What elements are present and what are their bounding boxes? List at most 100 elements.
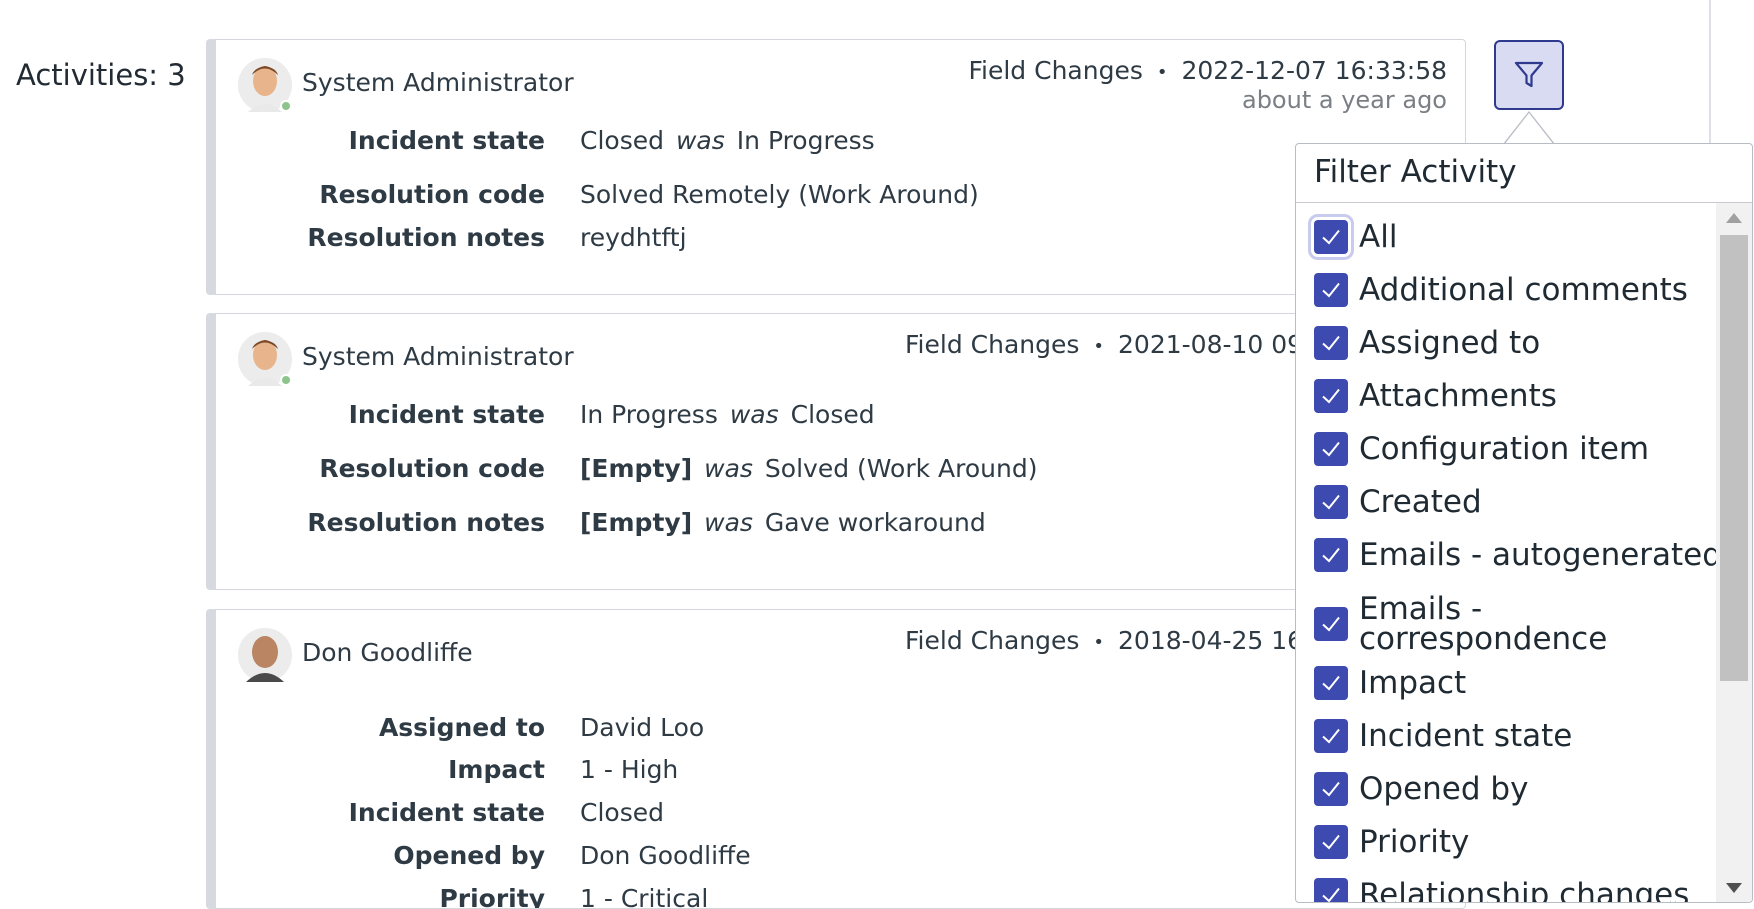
field-value: [Empty] was Solved (Work Around)	[580, 454, 1037, 483]
activity-timestamp: 2018-04-25 16:	[1118, 626, 1312, 655]
filter-icon	[1514, 61, 1544, 88]
checkbox[interactable]	[1314, 719, 1348, 753]
option-label: Incident state	[1359, 718, 1573, 754]
avatar[interactable]	[238, 628, 292, 682]
presence-indicator	[280, 374, 292, 386]
checkbox[interactable]	[1314, 607, 1348, 641]
field-label: Incident state	[348, 400, 545, 429]
checkmark-icon	[1322, 282, 1340, 298]
filter-option-configuration-item[interactable]: Configuration item	[1314, 431, 1649, 467]
relative-time: about a year ago	[1241, 86, 1447, 114]
filter-option-opened-by[interactable]: Opened by	[1314, 771, 1528, 807]
checkmark-icon	[1322, 388, 1340, 404]
filter-option-attachments[interactable]: Attachments	[1314, 378, 1557, 414]
old-value: Gave workaround	[764, 508, 986, 537]
was-word: was	[729, 400, 779, 429]
scrollbar[interactable]	[1716, 203, 1752, 902]
checkbox[interactable]	[1314, 538, 1348, 572]
author-name[interactable]: Don Goodliffe	[302, 638, 473, 667]
checkmark-icon	[1322, 616, 1340, 632]
scroll-down-arrow-icon[interactable]	[1726, 883, 1742, 893]
filter-option-created[interactable]: Created	[1314, 484, 1482, 520]
avatar[interactable]	[238, 332, 292, 386]
was-word: was	[704, 454, 753, 483]
checkmark-icon	[1322, 229, 1340, 245]
new-value: 1 - High	[580, 755, 679, 784]
checkmark-icon	[1322, 887, 1340, 902]
checkbox[interactable]	[1314, 825, 1348, 859]
option-label: All	[1359, 219, 1398, 255]
checkbox[interactable]	[1314, 379, 1348, 413]
was-word: was	[704, 508, 753, 537]
filter-option-relationship-changes[interactable]: Relationship changes	[1314, 877, 1690, 903]
option-label: Emails - correspondence	[1359, 591, 1608, 657]
activity-card: System Administrator Field Changes • 2021-…	[206, 313, 1466, 590]
field-label: Impact	[448, 755, 545, 784]
filter-option-impact[interactable]: Impact	[1314, 665, 1466, 701]
filter-option-emails-autogenerated[interactable]: Emails - autogenerated	[1314, 537, 1716, 573]
avatar[interactable]	[238, 58, 292, 112]
was-word: was	[675, 126, 725, 155]
new-value: Closed	[580, 126, 664, 155]
author-name[interactable]: System Administrator	[302, 68, 574, 97]
activity-type: Field Changes	[905, 330, 1080, 359]
field-value: In Progress was Closed	[580, 400, 875, 429]
filter-option-emails-correspondence[interactable]: Emails - correspondence	[1314, 591, 1639, 657]
new-value: reydhtftj	[580, 223, 687, 252]
filter-option-additional-comments[interactable]: Additional comments	[1314, 272, 1688, 308]
old-value: Closed	[790, 400, 875, 429]
scroll-up-arrow-icon[interactable]	[1726, 213, 1742, 223]
field-value: Closed was In Progress	[580, 126, 875, 155]
author-name[interactable]: System Administrator	[302, 342, 574, 371]
filter-option-all[interactable]: All	[1314, 219, 1397, 255]
field-label: Assigned to	[378, 713, 545, 742]
field-label: Resolution notes	[307, 508, 545, 537]
activity-card: System Administrator Field Changes • 2022-…	[206, 39, 1466, 295]
option-label: Relationship changes	[1359, 877, 1690, 903]
filter-option-priority[interactable]: Priority	[1314, 824, 1469, 860]
checkbox[interactable]	[1314, 772, 1348, 806]
option-label: Created	[1359, 484, 1482, 520]
checkmark-icon	[1322, 728, 1340, 744]
checkmark-icon	[1322, 834, 1340, 850]
option-label: Opened by	[1359, 771, 1529, 807]
checkbox[interactable]	[1314, 273, 1348, 307]
checkmark-icon	[1322, 441, 1340, 457]
option-label: Assigned to	[1359, 325, 1541, 361]
filter-option-incident-state[interactable]: Incident state	[1314, 718, 1572, 754]
new-value: [Empty]	[580, 508, 693, 537]
field-label: Priority	[439, 884, 545, 909]
checkbox[interactable]	[1314, 666, 1348, 700]
separator-dot: •	[1093, 335, 1105, 357]
checkbox[interactable]	[1314, 326, 1348, 360]
new-value: In Progress	[580, 400, 718, 429]
activities-number: 3	[167, 58, 186, 92]
checkbox[interactable]	[1314, 432, 1348, 466]
activity-card: Don Goodliffe Field Changes • 2018-04-25 1…	[206, 609, 1466, 909]
checkbox[interactable]	[1314, 220, 1348, 254]
new-value: Closed	[580, 798, 664, 827]
filter-option-assigned-to[interactable]: Assigned to	[1314, 325, 1540, 361]
option-label: Additional comments	[1359, 272, 1688, 308]
avatar-photo-icon	[238, 628, 292, 682]
old-value: Solved (Work Around)	[764, 454, 1038, 483]
option-label: Priority	[1359, 824, 1470, 860]
option-label: Impact	[1359, 665, 1467, 701]
popover-title: Filter Activity	[1296, 144, 1752, 203]
field-label: Resolution notes	[307, 223, 545, 252]
scroll-thumb[interactable]	[1720, 235, 1748, 681]
field-value: [Empty] was Gave workaround	[580, 508, 986, 537]
checkbox[interactable]	[1314, 878, 1348, 902]
new-value: [Empty]	[580, 454, 693, 483]
checkmark-icon	[1322, 547, 1340, 563]
old-value: In Progress	[736, 126, 875, 155]
filter-activity-button[interactable]	[1494, 40, 1564, 110]
activity-meta: Field Changes • 2022-12-07 16:33:58	[968, 56, 1447, 85]
activity-timestamp: 2022-12-07 16:33:58	[1181, 56, 1447, 85]
new-value: David Loo	[580, 713, 705, 742]
checkmark-icon	[1322, 494, 1340, 510]
field-label: Resolution code	[319, 454, 545, 483]
filter-option-list: All Additional comments Assigned to Atta…	[1296, 203, 1716, 903]
checkbox[interactable]	[1314, 485, 1348, 519]
separator-dot: •	[1156, 61, 1168, 83]
